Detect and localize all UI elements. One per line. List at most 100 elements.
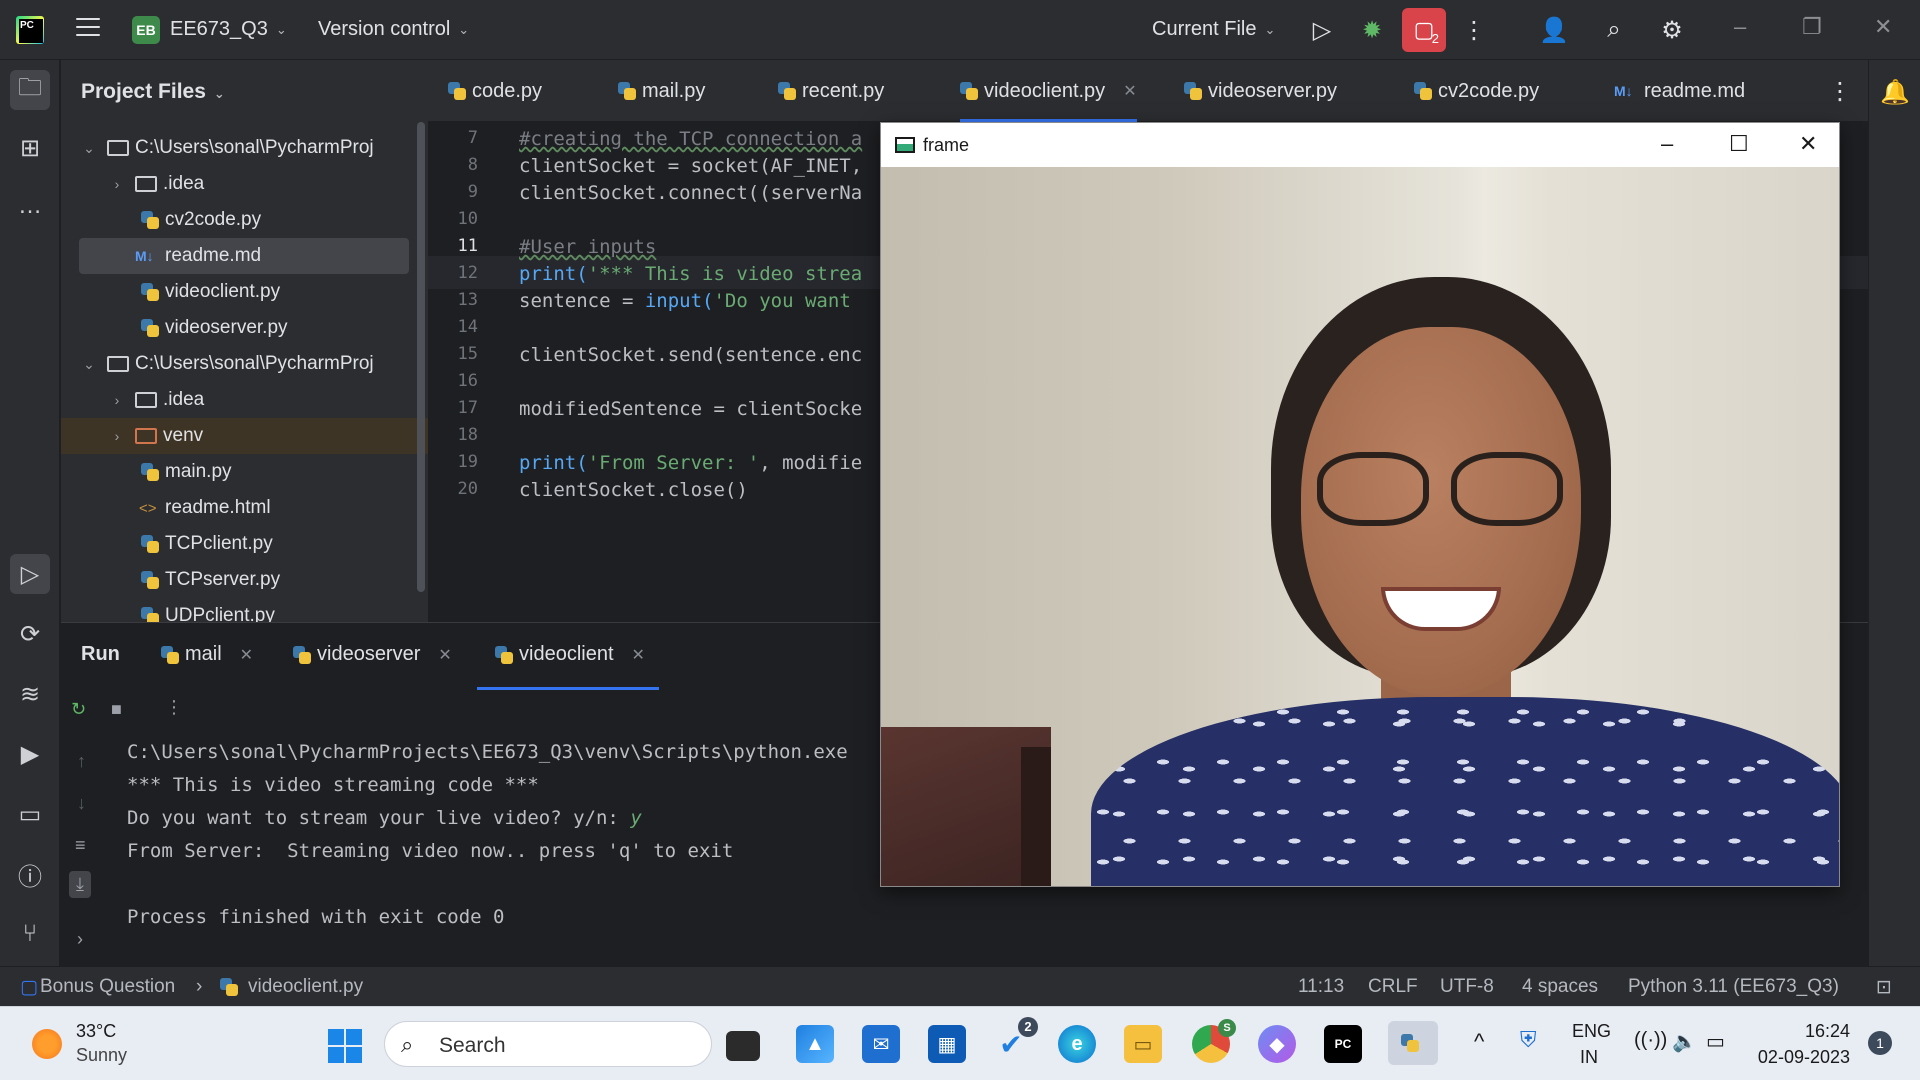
breadcrumb-file[interactable]: videoclient.py	[248, 976, 363, 998]
run-tool-icon[interactable]: ▷	[10, 554, 50, 594]
defender-shield-icon[interactable]: ⛨	[1520, 1027, 1537, 1053]
close-window-icon[interactable]: ✕	[1874, 14, 1892, 40]
main-menu-icon[interactable]	[76, 18, 100, 38]
scroll-down-icon[interactable]: ↓	[77, 793, 86, 814]
close-tab-icon[interactable]: ✕	[240, 645, 253, 665]
rerun-icon[interactable]: ↻	[71, 699, 86, 720]
stop-button[interactable]: ▢ 2	[1402, 8, 1446, 52]
sun-weather-icon[interactable]	[32, 1029, 62, 1059]
run-tab-videoserver[interactable]: videoserver ✕	[293, 643, 452, 666]
project-scrollbar[interactable]	[417, 122, 425, 592]
tree-item-folder[interactable]: › .idea	[61, 166, 428, 202]
chevron-right-icon[interactable]: ›	[107, 392, 127, 408]
tab-videoclient-py[interactable]: videoclient.py ✕	[960, 60, 1137, 122]
more-actions-icon[interactable]: ⋮	[1458, 14, 1490, 46]
search-icon[interactable]: ⌕	[1598, 14, 1630, 46]
tree-item-project-root[interactable]: ⌄ C:\Users\sonal\PycharmProj	[61, 130, 428, 166]
code-with-me-icon[interactable]: 👤	[1538, 14, 1570, 46]
line-separator[interactable]: CRLF	[1368, 976, 1418, 998]
frame-window[interactable]: frame – ☐ ✕	[880, 122, 1840, 887]
battery-icon[interactable]: ▭	[1706, 1029, 1725, 1054]
caret-position[interactable]: 11:13	[1298, 976, 1344, 998]
tree-item-file[interactable]: <> readme.html	[61, 490, 428, 526]
task-view-icon[interactable]	[726, 1031, 760, 1061]
tab-recent-py[interactable]: recent.py	[778, 60, 884, 122]
python-console-icon[interactable]: ⟳	[10, 614, 50, 654]
edge-browser-icon[interactable]: e	[1058, 1025, 1096, 1063]
terminal-icon[interactable]: ▭	[10, 794, 50, 834]
todo-app-icon[interactable]: ✔ 2	[992, 1017, 1038, 1063]
structure-icon[interactable]: ⊞	[10, 128, 50, 168]
project-selector[interactable]: EE673_Q3 ⌄	[170, 18, 287, 41]
tree-item-file[interactable]: videoserver.py	[61, 310, 428, 346]
language-indicator-bottom[interactable]: IN	[1580, 1047, 1598, 1068]
debug-icon[interactable]: ✹	[1356, 14, 1388, 46]
run-icon[interactable]: ▷	[1306, 14, 1338, 46]
indent-setting[interactable]: 4 spaces	[1522, 976, 1598, 998]
notification-count-badge[interactable]: 1	[1868, 1031, 1892, 1055]
taskbar-search[interactable]: ⌕ Search	[384, 1021, 712, 1067]
close-icon[interactable]: ✕	[1799, 131, 1817, 157]
volume-icon[interactable]: 🔈	[1672, 1029, 1697, 1054]
tree-item-file[interactable]: TCPserver.py	[61, 562, 428, 598]
breadcrumb-root[interactable]: Bonus Question	[40, 976, 175, 998]
tab-cv2code-py[interactable]: cv2code.py	[1414, 60, 1539, 122]
restore-window-icon[interactable]: ❐	[1802, 14, 1822, 40]
pycharm-logo-icon[interactable]	[16, 16, 44, 44]
run-tab-mail[interactable]: mail ✕	[161, 643, 253, 666]
tree-item-file-selected[interactable]: M↓ readme.md	[79, 238, 409, 274]
notifications-bell-icon[interactable]: 🔔	[1875, 72, 1915, 112]
tree-item-folder-venv[interactable]: › venv	[61, 418, 428, 454]
more-options-icon[interactable]: ⋮	[165, 697, 183, 718]
run-configuration-selector[interactable]: Current File ⌄	[1152, 18, 1275, 41]
tree-item-file[interactable]: main.py	[61, 454, 428, 490]
problems-icon[interactable]: ⓘ	[10, 854, 50, 894]
windows-start-icon[interactable]	[328, 1029, 362, 1063]
scroll-to-end-icon[interactable]: ⤓	[69, 871, 91, 898]
tree-item-file[interactable]: UDPclient.py	[61, 598, 428, 622]
clock-time[interactable]: 16:24	[1780, 1021, 1850, 1042]
tree-item-file[interactable]: videoclient.py	[61, 274, 428, 310]
minimize-icon[interactable]: –	[1661, 131, 1673, 157]
chrome-browser-icon[interactable]: S	[1192, 1019, 1236, 1063]
tab-mail-py[interactable]: mail.py	[618, 60, 705, 122]
run-tab-videoclient[interactable]: videoclient ✕	[477, 643, 659, 690]
tree-item-file[interactable]: cv2code.py	[61, 202, 428, 238]
chevron-right-icon[interactable]: ›	[107, 176, 127, 192]
chevron-down-icon[interactable]: ⌄	[79, 356, 99, 373]
tree-item-folder[interactable]: › .idea	[61, 382, 428, 418]
chevron-right-icon[interactable]: ›	[107, 428, 127, 444]
close-tab-icon[interactable]: ✕	[632, 645, 645, 665]
tree-item-project-root[interactable]: ⌄ C:\Users\sonal\PycharmProj	[61, 346, 428, 382]
project-panel-header[interactable]: Project Files ⌄	[81, 80, 225, 104]
tab-code-py[interactable]: code.py	[448, 60, 542, 122]
lock-icon[interactable]: ⊡	[1876, 976, 1892, 999]
chevron-down-icon[interactable]: ⌄	[79, 140, 99, 157]
python-interpreter[interactable]: Python 3.11 (EE673_Q3)	[1628, 976, 1839, 998]
clock-date[interactable]: 02-09-2023	[1754, 1047, 1850, 1068]
scroll-up-icon[interactable]: ↑	[77, 751, 86, 772]
git-icon[interactable]: ⑂	[10, 914, 50, 954]
file-explorer-icon[interactable]: ▭	[1124, 1025, 1162, 1063]
copilot-icon[interactable]: ◆	[1258, 1025, 1296, 1063]
version-control-menu[interactable]: Version control ⌄	[318, 18, 469, 41]
photos-app-icon[interactable]: ▲	[796, 1025, 834, 1063]
python-packages-icon[interactable]: ≋	[10, 674, 50, 714]
soft-wrap-icon[interactable]: ≡	[75, 835, 86, 856]
mail-app-icon[interactable]: ✉	[862, 1025, 900, 1063]
services-icon[interactable]: ▶	[10, 734, 50, 774]
project-folder-icon[interactable]: 🗀	[10, 70, 50, 110]
stop-process-icon[interactable]: ■	[111, 699, 122, 720]
pycharm-taskbar-icon[interactable]: PC	[1324, 1025, 1362, 1063]
tree-item-file[interactable]: TCPclient.py	[61, 526, 428, 562]
more-tools-icon[interactable]: …	[10, 186, 50, 226]
project-badge[interactable]: EB	[132, 16, 160, 44]
weather-temperature[interactable]: 33°C	[76, 1021, 116, 1042]
tab-videoserver-py[interactable]: videoserver.py	[1184, 60, 1337, 122]
close-tab-icon[interactable]: ✕	[438, 645, 451, 665]
minimize-window-icon[interactable]: –	[1734, 14, 1746, 40]
file-encoding[interactable]: UTF-8	[1440, 976, 1494, 998]
show-hidden-icons-icon[interactable]: ^	[1474, 1029, 1484, 1055]
tab-readme-md[interactable]: M↓ readme.md	[1614, 60, 1745, 122]
python-window-taskbar-icon[interactable]	[1388, 1021, 1438, 1065]
